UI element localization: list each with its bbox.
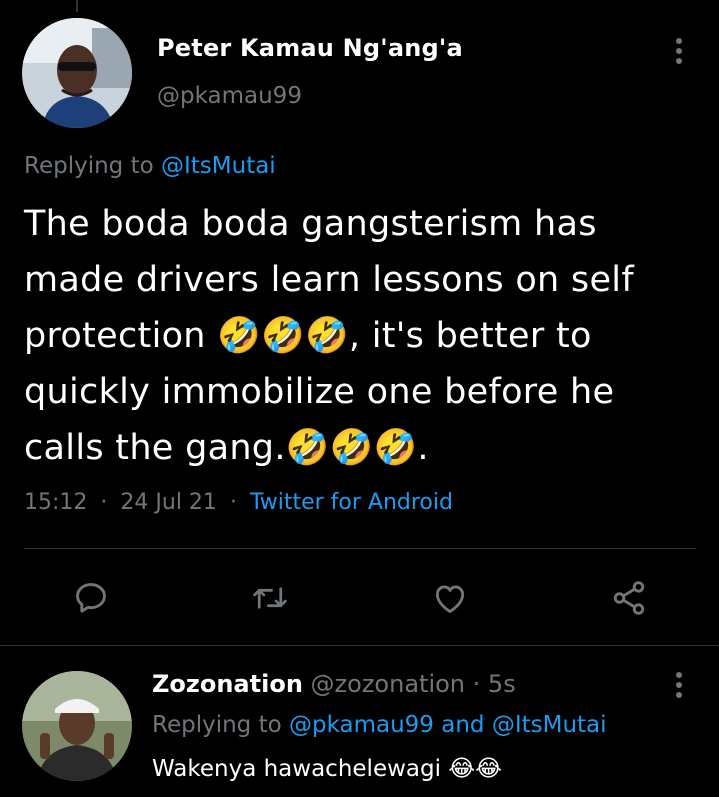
avatar[interactable] (22, 671, 132, 781)
more-options-icon[interactable] (668, 670, 690, 700)
avatar[interactable] (22, 18, 132, 128)
reply-header: Zozonation @zozonation · 5s (152, 670, 516, 698)
separator: · (472, 670, 481, 698)
replying-to: Replying to @ItsMutai (24, 153, 276, 179)
avatar-image (22, 18, 132, 128)
mention-link[interactable]: @ItsMutai (161, 153, 276, 179)
tweet-text: The boda boda gangsterism has made drive… (24, 204, 634, 468)
separator: · (229, 490, 237, 515)
author-name[interactable]: Zozonation (152, 670, 303, 698)
reply-tweet[interactable]: Zozonation @zozonation · 5s Replying to … (0, 646, 719, 797)
author-handle[interactable]: @pkamau99 (157, 83, 302, 109)
separator: · (100, 490, 108, 515)
replying-to: Replying to @pkamau99 and @ItsMutai (152, 712, 607, 738)
author-handle[interactable]: @zozonation (311, 670, 465, 698)
share-icon[interactable] (609, 575, 649, 621)
tweet-actions (0, 575, 719, 625)
tweet-meta: 15:12 · 24 Jul 21 · Twitter for Android (24, 490, 453, 515)
reply-text: Wakenya hawachelewagi 😂😂 (152, 756, 503, 782)
tweet-date: 24 Jul 21 (120, 490, 217, 515)
reply-icon[interactable] (71, 575, 111, 621)
replying-prefix: Replying to (152, 712, 282, 738)
main-tweet: Peter Kamau Ng'ang'a @pkamau99 Replying … (0, 0, 719, 643)
retweet-icon[interactable] (250, 575, 290, 621)
heart-icon[interactable] (430, 575, 470, 621)
mention-link[interactable]: @pkamau99 and @ItsMutai (289, 712, 607, 738)
reply-time: 5s (487, 670, 516, 698)
tweet-source-link[interactable]: Twitter for Android (250, 490, 453, 515)
author-name[interactable]: Peter Kamau Ng'ang'a (157, 34, 463, 62)
more-options-icon[interactable] (668, 36, 690, 66)
tweet-time: 15:12 (24, 490, 88, 515)
replying-prefix: Replying to (24, 153, 154, 179)
divider (24, 548, 696, 549)
avatar-image (22, 671, 132, 781)
